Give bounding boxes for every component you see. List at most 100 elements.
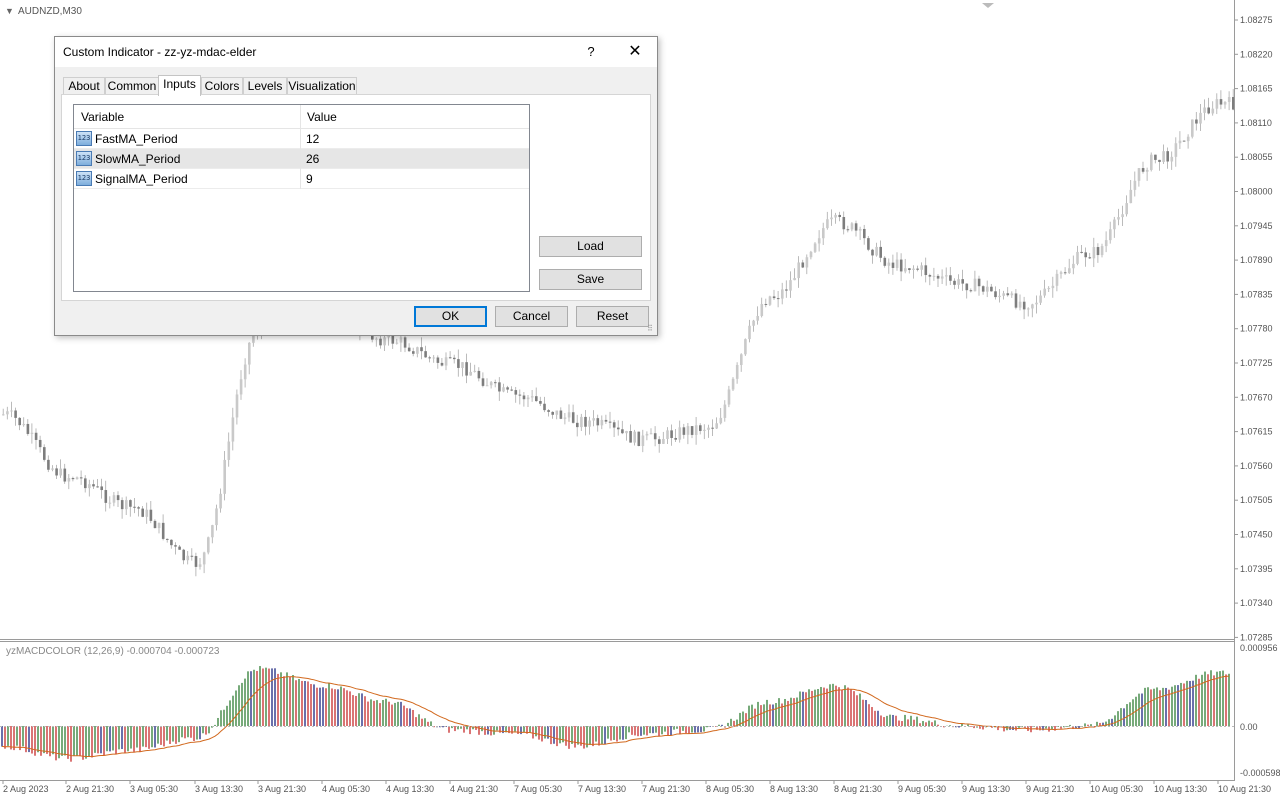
candle-body bbox=[813, 243, 817, 252]
integer-icon: 123 bbox=[76, 171, 92, 186]
candle-body bbox=[850, 223, 854, 230]
time-tick-label: 4 Aug 13:30 bbox=[386, 784, 434, 794]
variable-value[interactable]: 26 bbox=[306, 152, 319, 166]
time-tick-label: 3 Aug 13:30 bbox=[195, 784, 243, 794]
candle-body bbox=[100, 486, 103, 491]
header-variable[interactable]: Variable bbox=[81, 110, 124, 124]
candle-body bbox=[440, 362, 444, 366]
candle-body bbox=[239, 379, 243, 395]
candle-body bbox=[530, 396, 534, 398]
candle-body bbox=[22, 423, 26, 426]
variable-value[interactable]: 9 bbox=[306, 172, 313, 186]
resize-grip-icon[interactable]: ⠿ bbox=[647, 325, 655, 333]
table-row[interactable]: 123 SlowMA_Period 26 bbox=[74, 149, 529, 169]
time-tick-label: 4 Aug 21:30 bbox=[450, 784, 498, 794]
candle-body bbox=[1063, 272, 1067, 274]
candle-body bbox=[1182, 140, 1186, 142]
candle-body bbox=[182, 549, 185, 561]
candle-body bbox=[477, 370, 481, 379]
tab-colors[interactable]: Colors bbox=[201, 77, 243, 95]
candle-body bbox=[727, 389, 731, 405]
candle-body bbox=[563, 417, 567, 419]
table-row[interactable]: 123 SignalMA_Period 9 bbox=[74, 169, 529, 189]
price-tick-label: 1.07780 bbox=[1240, 324, 1273, 334]
candle-body bbox=[1027, 308, 1030, 310]
ok-button[interactable]: OK bbox=[414, 306, 487, 327]
candle-body bbox=[699, 425, 702, 431]
tab-about[interactable]: About bbox=[63, 77, 105, 95]
inputs-table[interactable]: Variable Value 123 FastMA_Period 12 123 … bbox=[73, 104, 530, 292]
save-button[interactable]: Save bbox=[539, 269, 642, 290]
help-button[interactable]: ? bbox=[581, 42, 601, 62]
candle-body bbox=[207, 537, 210, 553]
header-value[interactable]: Value bbox=[307, 110, 337, 124]
candle-body bbox=[498, 382, 501, 392]
candle-body bbox=[1186, 136, 1190, 142]
candle-body bbox=[170, 539, 173, 546]
candle-body bbox=[432, 357, 436, 359]
candle-body bbox=[412, 351, 415, 354]
reset-button[interactable]: Reset bbox=[576, 306, 649, 327]
load-button[interactable]: Load bbox=[539, 236, 642, 257]
candle-body bbox=[55, 468, 58, 476]
candle-body bbox=[690, 426, 694, 435]
candle-body bbox=[1162, 151, 1165, 162]
candle-body bbox=[141, 508, 144, 517]
tab-levels[interactable]: Levels bbox=[243, 77, 287, 95]
candle-body bbox=[801, 262, 805, 268]
price-tick-label: 1.08055 bbox=[1240, 152, 1273, 162]
candle-body bbox=[658, 439, 661, 444]
candle-body bbox=[645, 433, 649, 436]
candle-body bbox=[854, 223, 858, 231]
candle-body bbox=[510, 389, 513, 391]
candle-body bbox=[6, 411, 9, 415]
candle-body bbox=[125, 500, 128, 510]
candle-body bbox=[715, 423, 718, 429]
candle-body bbox=[1158, 159, 1161, 162]
column-separator[interactable] bbox=[300, 105, 301, 189]
candle-body bbox=[1203, 107, 1206, 113]
time-tick-label: 7 Aug 05:30 bbox=[514, 784, 562, 794]
chart-shift-marker[interactable] bbox=[982, 3, 994, 8]
tab-visualization[interactable]: Visualization bbox=[287, 77, 357, 95]
candle-body bbox=[407, 347, 411, 352]
time-tick-label: 8 Aug 05:30 bbox=[706, 784, 754, 794]
candle-body bbox=[1096, 247, 1100, 256]
candle-body bbox=[748, 325, 751, 340]
candle-body bbox=[71, 478, 75, 480]
candle-body bbox=[1104, 240, 1108, 247]
candle-body bbox=[936, 275, 940, 279]
candle-body bbox=[1150, 154, 1153, 170]
candle-body bbox=[489, 382, 493, 386]
candle-body bbox=[235, 394, 239, 418]
candle-body bbox=[838, 214, 841, 218]
candle-body bbox=[776, 298, 780, 300]
candle-body bbox=[1092, 247, 1096, 259]
candle-body bbox=[186, 555, 190, 561]
indicator-tick-label: 0.000956 bbox=[1240, 643, 1278, 653]
candle-body bbox=[797, 262, 800, 279]
candle-body bbox=[395, 342, 399, 344]
tab-common[interactable]: Common bbox=[105, 77, 159, 95]
cancel-button[interactable]: Cancel bbox=[495, 306, 568, 327]
variable-value[interactable]: 12 bbox=[306, 132, 319, 146]
candle-body bbox=[1137, 168, 1141, 181]
candle-body bbox=[485, 385, 489, 387]
close-icon[interactable]: ✕ bbox=[623, 41, 647, 63]
candle-body bbox=[928, 275, 932, 277]
time-tick-label: 10 Aug 13:30 bbox=[1154, 784, 1207, 794]
candle-body bbox=[842, 217, 846, 230]
dialog-titlebar[interactable]: Custom Indicator - zz-yz-mdac-elder ? ✕ bbox=[55, 37, 657, 67]
table-row[interactable]: 123 FastMA_Period 12 bbox=[74, 129, 529, 149]
candle-body bbox=[38, 439, 42, 448]
candle-body bbox=[34, 432, 38, 440]
candle-body bbox=[711, 427, 714, 429]
tab-inputs[interactable]: Inputs bbox=[158, 75, 201, 96]
candle-body bbox=[133, 506, 136, 508]
candle-body bbox=[1031, 304, 1034, 309]
indicator-tick-label: -0.000598 bbox=[1240, 768, 1280, 778]
candle-body bbox=[153, 520, 157, 529]
integer-icon: 123 bbox=[76, 131, 92, 146]
candle-body bbox=[760, 303, 764, 316]
candle-body bbox=[92, 484, 95, 487]
